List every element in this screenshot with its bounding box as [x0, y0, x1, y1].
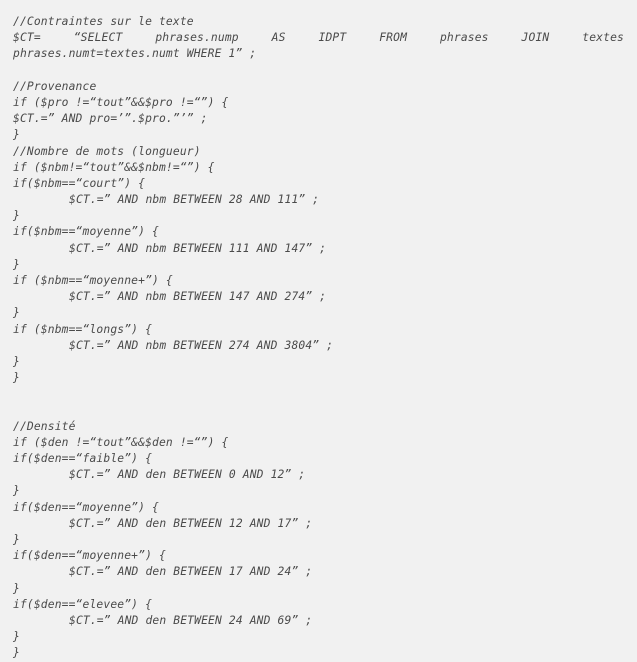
- code-listing: //Contraintes sur le texte $CT= “SELECT p…: [0, 0, 637, 659]
- code-line: $CT= “SELECT phrases.nump AS IDPT FROM p…: [13, 31, 624, 45]
- code-line: $CT.=” AND nbm BETWEEN 274 AND 3804” ;: [69, 338, 334, 352]
- code-line: if ($nbm!=“tout”&&$nbm!=“”) {: [13, 160, 215, 174]
- code-line: phrases.numt=textes.numt WHERE 1” ;: [13, 47, 257, 61]
- code-line: $CT.=” AND nbm BETWEEN 111 AND 147” ;: [69, 241, 327, 255]
- code-line: $CT.=” AND den BETWEEN 12 AND 17” ;: [69, 516, 313, 530]
- code-line: //Nombre de mots (longueur): [13, 144, 201, 158]
- code-line: $CT.=” AND pro=’”.$pro.”’” ;: [13, 112, 208, 126]
- code-line: $CT.=” AND nbm BETWEEN 28 AND 111” ;: [69, 193, 320, 207]
- code-line: if ($pro !=“tout”&&$pro !=“”) {: [13, 95, 229, 109]
- code-line: if($den==“moyenne”) {: [13, 500, 159, 514]
- code-line: $CT.=” AND den BETWEEN 0 AND 12” ;: [69, 468, 306, 482]
- code-line: if($nbm==“moyenne”) {: [13, 225, 159, 239]
- code-line: if($den==“elevee”) {: [13, 597, 153, 611]
- code-line: $CT.=” AND den BETWEEN 17 AND 24” ;: [69, 565, 313, 579]
- code-line: }: [13, 581, 20, 595]
- code-line: }: [13, 354, 20, 368]
- code-line: //Contraintes sur le texte: [13, 15, 194, 28]
- code-line: }: [13, 128, 20, 142]
- code-line: $CT.=” AND den BETWEEN 24 AND 69” ;: [69, 613, 313, 627]
- code-line: }: [13, 533, 20, 546]
- code-line: }: [13, 371, 20, 385]
- code-line: if($nbm==“court”) {: [13, 176, 146, 190]
- code-line: }: [13, 306, 20, 320]
- code-line: }: [13, 209, 20, 223]
- code-line: //Densité: [13, 419, 76, 433]
- code-line: if($den==“faible”) {: [13, 452, 153, 466]
- code-line: }: [13, 484, 20, 498]
- code-line: $CT.=” AND nbm BETWEEN 147 AND 274” ;: [69, 290, 327, 304]
- code-line: if($den==“moyenne+”) {: [13, 549, 166, 563]
- code-line: }: [13, 646, 20, 660]
- code-line: if ($den !=“tout”&&$den !=“”) {: [13, 435, 229, 449]
- code-line: }: [13, 257, 20, 271]
- code-line: }: [13, 630, 20, 644]
- code-line: if ($nbm==“moyenne+”) {: [13, 274, 173, 287]
- code-line: if ($nbm==“longs”) {: [13, 322, 153, 336]
- code-line: //Provenance: [13, 79, 97, 93]
